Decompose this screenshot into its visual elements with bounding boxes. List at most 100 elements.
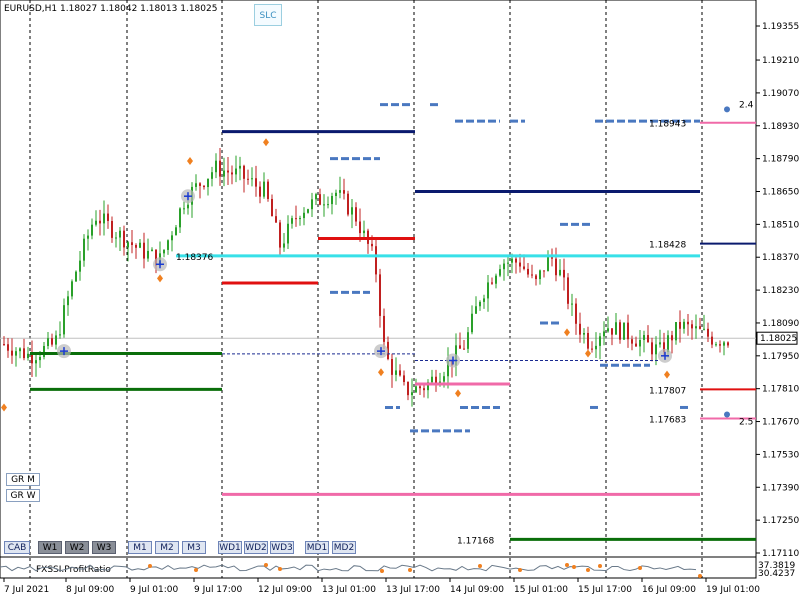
candle-body <box>311 199 313 210</box>
candle-body <box>323 204 325 206</box>
candle-body <box>347 193 349 215</box>
ohlc-values: 1.18027 1.18042 1.18013 1.18025 <box>60 4 218 14</box>
time-tick-label: 9 Jul 01:00 <box>130 585 179 595</box>
indicator-dot <box>408 568 412 572</box>
candle-body <box>655 344 657 355</box>
candle-body <box>51 338 53 345</box>
slc-button[interactable]: SLC <box>254 4 282 26</box>
candle-body <box>643 335 645 340</box>
candle-body <box>187 204 189 209</box>
time-tick-label: 9 Jul 17:00 <box>194 585 243 595</box>
indicator-dot <box>698 574 702 578</box>
candle-body <box>195 183 197 187</box>
price-tick-label: 1.18090 <box>762 319 799 329</box>
candle-body <box>23 348 25 359</box>
candle-body <box>271 198 273 217</box>
candle-body <box>363 230 365 234</box>
time-tick-label: 8 Jul 09:00 <box>66 585 115 595</box>
candle-body <box>375 246 377 275</box>
candle-body <box>599 336 601 346</box>
candle-body <box>283 243 285 248</box>
candle-body <box>619 322 621 340</box>
price-tick-label: 1.17530 <box>762 450 799 460</box>
candle-body <box>355 207 357 222</box>
gr-w-button[interactable]: GR W <box>6 489 40 502</box>
price-tick-label: 1.18230 <box>762 286 799 296</box>
candle-body <box>359 221 361 234</box>
indicator-dot <box>194 568 198 572</box>
candle-body <box>475 306 477 314</box>
chart-window: 1.19355 1.19210 1.19070 1.18930 1.18790 1.186… <box>0 0 800 600</box>
candle-body <box>275 216 277 223</box>
price-tick-label: 1.17670 <box>762 418 799 428</box>
m2-button[interactable]: M2 <box>155 541 179 554</box>
candle-body <box>227 170 229 173</box>
candle-body <box>411 392 413 396</box>
candle-body <box>707 328 709 337</box>
price-tick-label: 1.18370 <box>762 253 799 263</box>
candle-body <box>143 242 145 259</box>
candle-body <box>135 244 137 248</box>
md2-button[interactable]: MD2 <box>332 541 356 554</box>
candle-body <box>95 220 97 225</box>
orange-diamond-marker <box>157 274 163 283</box>
candle-body <box>459 345 461 349</box>
candle-body <box>559 269 561 276</box>
time-tick-label: 15 Jul 17:00 <box>578 585 632 595</box>
candle-body <box>55 335 57 345</box>
candle-body <box>675 322 677 341</box>
candle-body <box>123 230 125 248</box>
wd1-button[interactable]: WD1 <box>218 541 242 554</box>
candle-body <box>327 204 329 206</box>
w3-button[interactable]: W3 <box>92 541 116 554</box>
candle-body <box>563 269 565 278</box>
w2-button[interactable]: W2 <box>65 541 89 554</box>
candle-body <box>343 190 345 194</box>
candle-body <box>647 335 649 343</box>
candle-body <box>607 328 609 332</box>
candle-body <box>683 321 685 329</box>
indicator-lower-value: 30.4237 <box>758 569 795 579</box>
candle-body <box>511 258 513 263</box>
navy-level-label: 1.18428 <box>649 241 686 251</box>
wd3-button[interactable]: WD3 <box>270 541 294 554</box>
md1-button[interactable]: MD1 <box>305 541 329 554</box>
candle-body <box>303 212 305 219</box>
candle-body <box>699 326 701 329</box>
price-tick-label: 1.17250 <box>762 516 799 526</box>
candle-body <box>603 331 605 337</box>
cab-button[interactable]: CAB <box>4 541 30 554</box>
indicator-dot <box>598 564 602 568</box>
m1-button[interactable]: M1 <box>128 541 152 554</box>
candle-body <box>719 344 721 346</box>
candle-body <box>39 356 41 361</box>
candle-body <box>15 351 17 356</box>
candle-body <box>27 353 29 359</box>
candle-body <box>259 186 261 197</box>
candle-body <box>11 350 13 356</box>
symbol-label: EURUSD,H1 <box>4 4 58 14</box>
w1-button[interactable]: W1 <box>38 541 62 554</box>
price-chart[interactable]: 1.19355 1.19210 1.19070 1.18930 1.18790 1.186… <box>0 0 800 600</box>
candle-body <box>407 381 409 396</box>
indicator-dot <box>278 567 282 571</box>
candle-body <box>479 301 481 307</box>
candle-body <box>715 344 717 346</box>
candle-body <box>131 242 133 245</box>
candle-body <box>175 227 177 236</box>
candle-body <box>611 328 613 335</box>
wd2-button[interactable]: WD2 <box>244 541 268 554</box>
candle-body <box>59 334 61 336</box>
candle-body <box>19 348 21 352</box>
candle-body <box>695 326 697 329</box>
candle-body <box>351 207 353 215</box>
candle-body <box>335 192 337 197</box>
candle-body <box>79 260 81 272</box>
candle-body <box>147 250 149 259</box>
candle-body <box>503 263 505 270</box>
m3-button[interactable]: M3 <box>182 541 206 554</box>
pink-high-label: 1.18943 <box>649 120 686 130</box>
candle-body <box>243 165 245 179</box>
gr-m-button[interactable]: GR M <box>6 473 40 486</box>
candle-body <box>467 332 469 349</box>
